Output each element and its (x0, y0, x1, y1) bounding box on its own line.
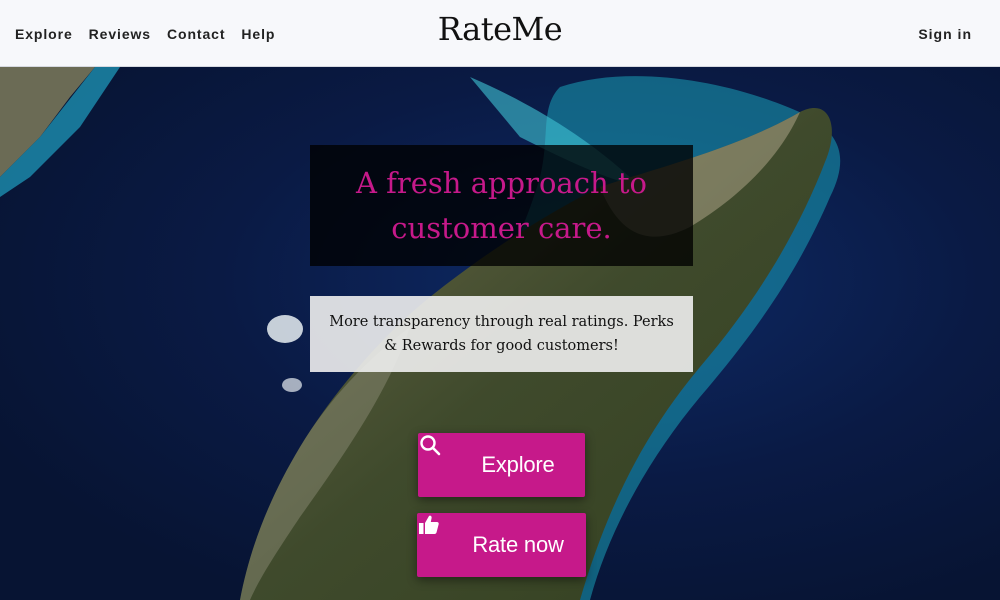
explore-button[interactable]: Explore (418, 433, 585, 497)
brand-logo[interactable]: RateMe (0, 10, 1000, 48)
headline-box: A fresh approach to customer care. (310, 145, 693, 266)
sign-in-link[interactable]: Sign in (918, 0, 972, 67)
top-navbar: Explore Reviews Contact Help RateMe Sign… (0, 0, 1000, 67)
hero-subtext: More transparency through real ratings. … (329, 314, 674, 354)
thumbs-up-icon (419, 515, 463, 557)
hero-section: A fresh approach to customer care. More … (0, 67, 1000, 600)
rate-now-button-label: Rate now (472, 532, 564, 557)
subtext-box: More transparency through real ratings. … (310, 296, 693, 372)
search-icon (420, 435, 472, 477)
hero-headline: A fresh approach to customer care. (356, 165, 647, 245)
rate-now-button[interactable]: Rate now (417, 513, 586, 577)
explore-button-label: Explore (481, 452, 555, 477)
